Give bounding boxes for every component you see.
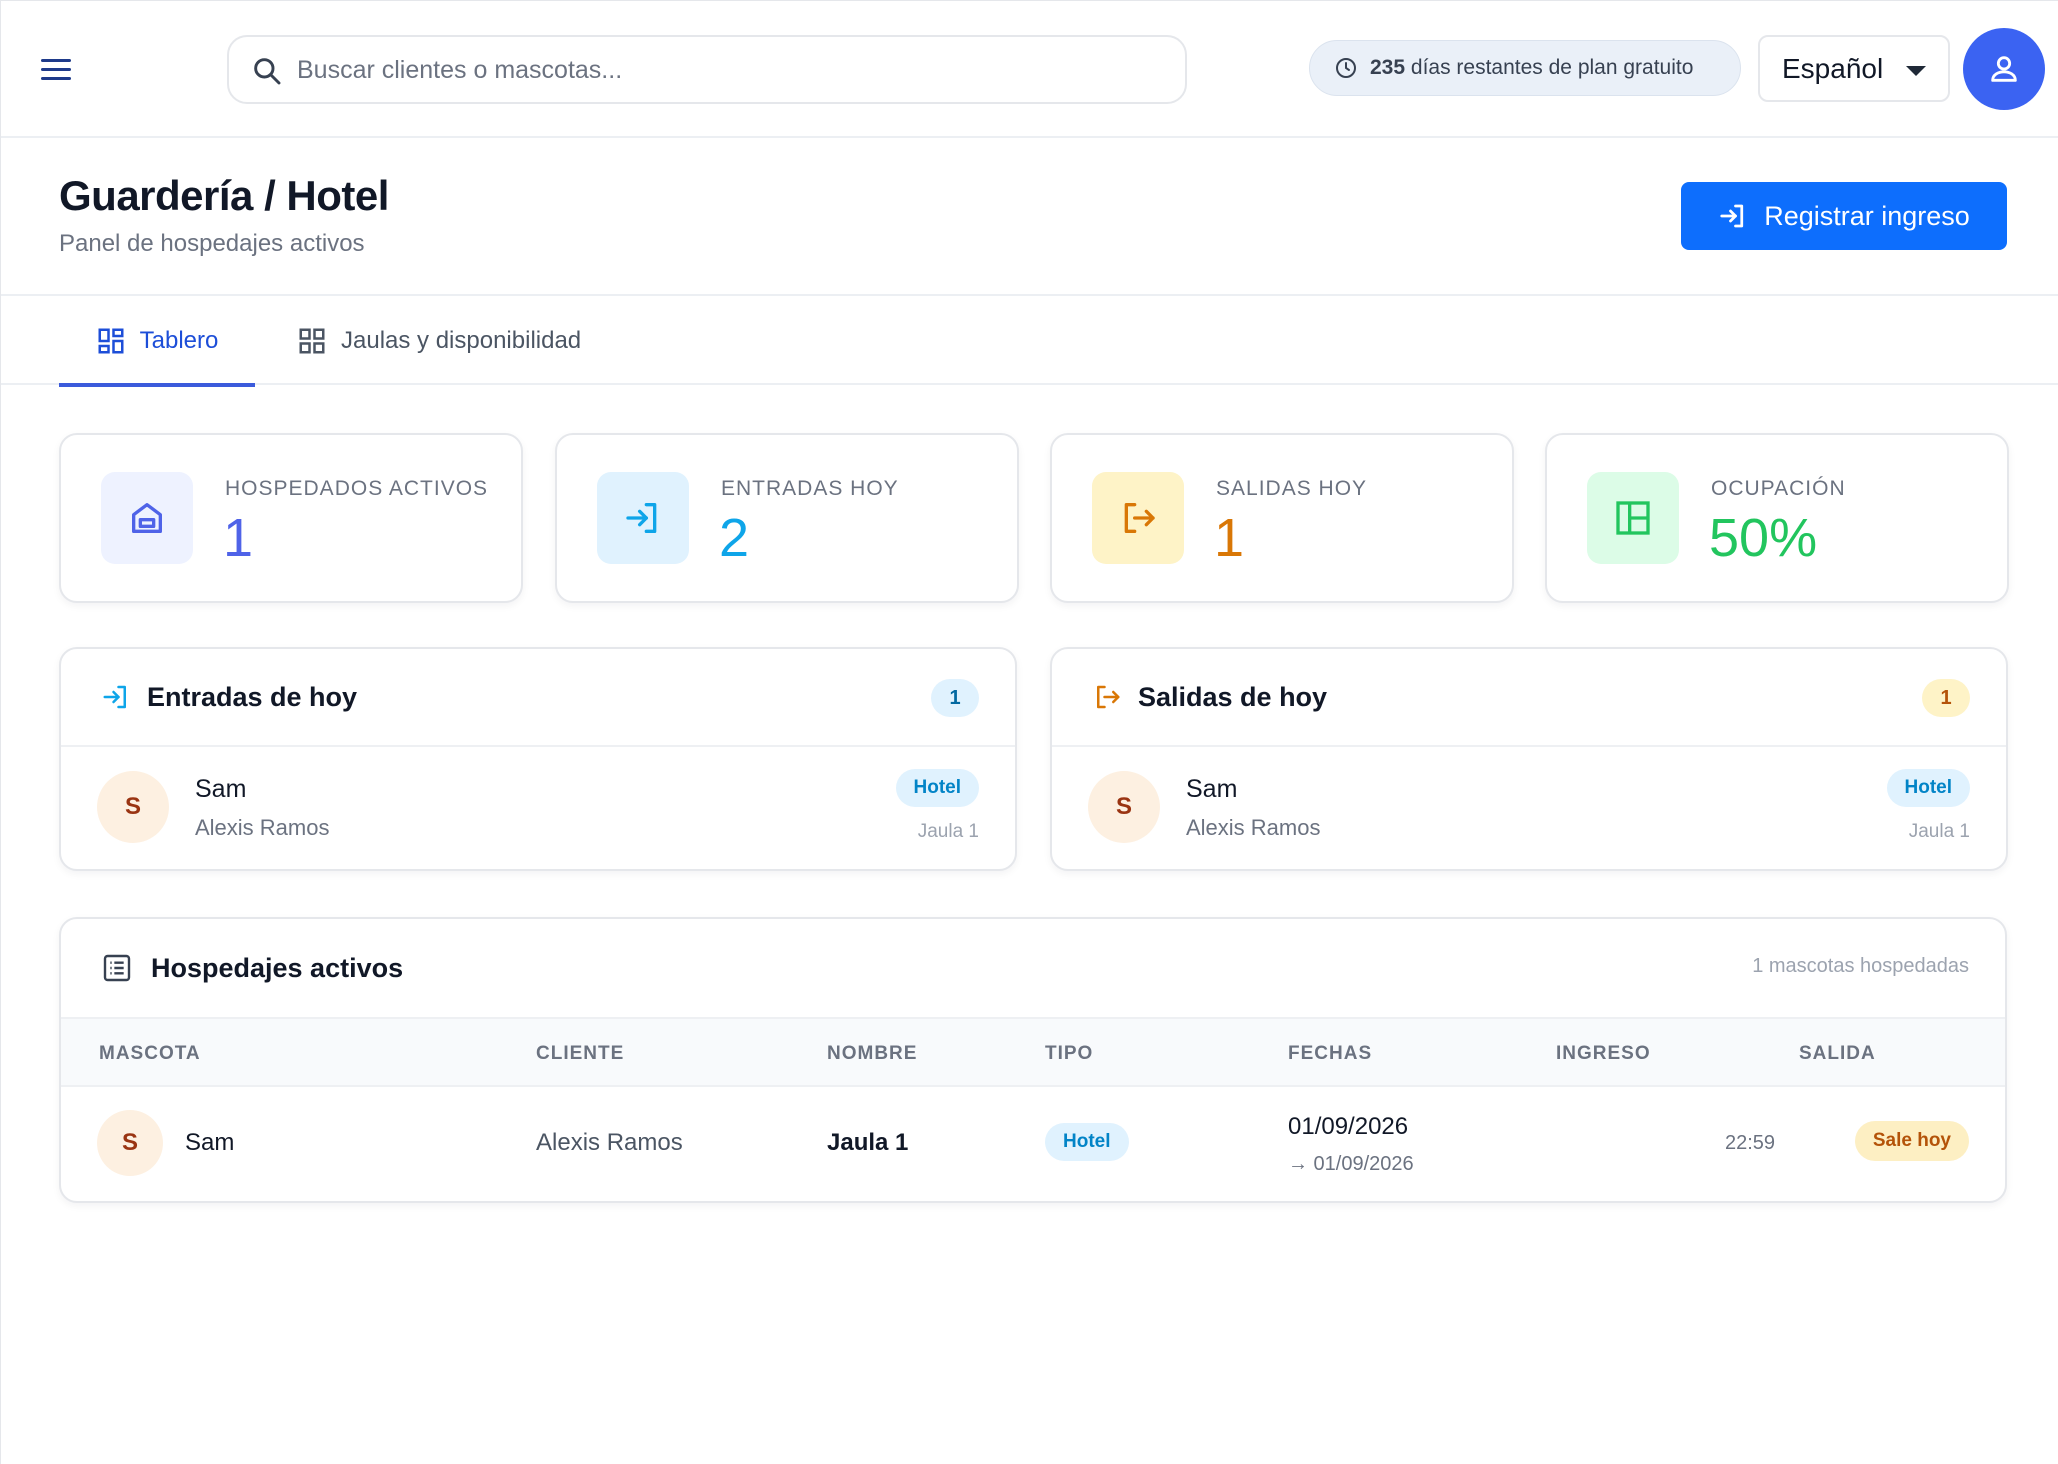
owner-name: Alexis Ramos bbox=[1186, 815, 1321, 840]
checkin-time: 22:59 bbox=[1725, 1132, 1776, 1154]
date-from: 01/09/2026 bbox=[1288, 1113, 1409, 1140]
exits-today-title: Salidas de hoy bbox=[1138, 681, 1328, 712]
search-input[interactable] bbox=[297, 43, 1167, 98]
search-box[interactable] bbox=[227, 35, 1187, 104]
date-to: → 01/09/2026 bbox=[1288, 1153, 1414, 1175]
type-badge: Hotel bbox=[1886, 769, 1970, 807]
entries-count-badge: 1 bbox=[931, 679, 979, 717]
column-header-client[interactable]: CLIENTE bbox=[536, 1043, 624, 1065]
column-header-name[interactable]: NOMBRE bbox=[827, 1043, 917, 1065]
chevron-down-icon bbox=[1906, 66, 1926, 76]
active-stays-title: Hospedajes activos bbox=[151, 952, 404, 983]
exits-today-header: Salidas de hoy bbox=[1052, 649, 2006, 747]
clock-icon bbox=[1336, 58, 1356, 78]
stat-label: ENTRADAS HOY bbox=[721, 477, 899, 500]
pet-name: Sam bbox=[195, 775, 247, 803]
page-header: Guardería / Hotel Panel de hospedajes ac… bbox=[1, 138, 2058, 296]
login-icon bbox=[1720, 204, 1744, 228]
cage-label: Jaula 1 bbox=[917, 821, 979, 842]
trial-label: días restantes de plan gratuito bbox=[1410, 56, 1694, 79]
tab-cages[interactable]: Jaulas y disponibilidad bbox=[297, 296, 581, 385]
stat-card-occupancy: OCUPACIÓN 50% bbox=[1545, 433, 2009, 603]
table-row[interactable]: S Sam Alexis Ramos Jaula 1 Hotel 01/09/2… bbox=[61, 1087, 2005, 1201]
tab-dashboard-label: Tablero bbox=[139, 326, 219, 354]
stat-label: HOSPEDADOS ACTIVOS bbox=[225, 477, 489, 500]
column-header-type[interactable]: TIPO bbox=[1045, 1043, 1093, 1065]
language-select[interactable]: Español bbox=[1758, 35, 1950, 102]
client-name: Alexis Ramos bbox=[536, 1129, 683, 1156]
trial-badge: 235 días restantes de plan gratuito bbox=[1309, 40, 1741, 96]
tab-cages-label: Jaulas y disponibilidad bbox=[341, 326, 582, 354]
menu-line bbox=[41, 58, 71, 62]
entries-today-header: Entradas de hoy bbox=[61, 649, 1015, 747]
entries-today-card: Entradas de hoy 1 S Sam Alexis Ramos Hot… bbox=[59, 647, 1017, 871]
stat-card-exits-today: SALIDAS HOY 1 bbox=[1050, 433, 1514, 603]
column-header-checkout[interactable]: SALIDA bbox=[1799, 1043, 1876, 1065]
exits-count-badge: 1 bbox=[1922, 679, 1970, 717]
cage-name: Jaula 1 bbox=[827, 1129, 909, 1156]
menu-line bbox=[41, 67, 71, 71]
grid-icon bbox=[299, 328, 325, 353]
login-icon bbox=[597, 472, 689, 564]
dashboard-icon bbox=[98, 328, 124, 353]
stat-card-entries-today: ENTRADAS HOY 2 bbox=[555, 433, 1019, 603]
hotel-icon bbox=[101, 472, 193, 564]
trial-text: 235 días restantes de plan gratuito bbox=[1370, 56, 1693, 80]
entries-today-title: Entradas de hoy bbox=[147, 681, 358, 712]
column-header-checkin[interactable]: INGRESO bbox=[1556, 1043, 1651, 1065]
app-frame: 235 días restantes de plan gratuito Espa… bbox=[0, 0, 2058, 1464]
menu-line bbox=[41, 76, 71, 80]
user-avatar-button[interactable] bbox=[1963, 28, 2045, 110]
search-icon bbox=[254, 58, 281, 85]
layout-icon bbox=[1587, 472, 1679, 564]
page-title: Guardería / Hotel bbox=[59, 172, 389, 219]
tab-dashboard[interactable]: Tablero bbox=[59, 296, 255, 387]
logout-icon bbox=[1097, 685, 1120, 709]
stat-value: 50% bbox=[1709, 508, 1818, 568]
active-stays-count: 1 mascotas hospedadas bbox=[1752, 955, 1969, 977]
pet-name: Sam bbox=[1186, 775, 1238, 803]
register-checkin-button[interactable]: Registrar ingreso bbox=[1681, 182, 2007, 250]
type-badge: Hotel bbox=[895, 769, 979, 807]
top-bar: 235 días restantes de plan gratuito Espa… bbox=[1, 1, 2058, 138]
column-header-dates[interactable]: FECHAS bbox=[1288, 1043, 1372, 1065]
register-checkin-label: Registrar ingreso bbox=[1764, 200, 1970, 231]
language-value: Español bbox=[1782, 52, 1884, 84]
column-header-pet[interactable]: MASCOTA bbox=[99, 1043, 201, 1065]
stat-value: 1 bbox=[1214, 508, 1245, 568]
stat-label: SALIDAS HOY bbox=[1216, 477, 1368, 500]
exits-today-card: Salidas de hoy 1 S Sam Alexis Ramos Hote… bbox=[1050, 647, 2008, 871]
trial-days: 235 bbox=[1370, 56, 1406, 79]
type-badge: Hotel bbox=[1045, 1123, 1129, 1161]
stat-card-active-guests: HOSPEDADOS ACTIVOS 1 bbox=[59, 433, 523, 603]
pet-avatar: S bbox=[1088, 771, 1160, 843]
stat-value: 2 bbox=[719, 508, 750, 568]
list-icon bbox=[103, 954, 131, 982]
owner-name: Alexis Ramos bbox=[195, 815, 330, 840]
menu-icon[interactable] bbox=[41, 49, 89, 89]
active-stays-header: Hospedajes activos bbox=[61, 919, 2005, 1017]
tab-bar: Tablero Jaulas y disponibilidad bbox=[1, 296, 2058, 387]
pet-avatar: S bbox=[97, 771, 169, 843]
table-header: MASCOTA CLIENTE NOMBRE TIPO FECHAS INGRE… bbox=[61, 1017, 2005, 1087]
logout-icon bbox=[1092, 472, 1184, 564]
user-icon bbox=[1991, 56, 2017, 82]
stat-label: OCUPACIÓN bbox=[1711, 477, 1846, 500]
cage-label: Jaula 1 bbox=[1908, 821, 1970, 842]
pet-name: Sam bbox=[185, 1129, 235, 1156]
active-stays-card: Hospedajes activos 1 mascotas hospedadas… bbox=[59, 917, 2007, 1203]
login-icon bbox=[103, 685, 126, 709]
pet-avatar: S bbox=[97, 1110, 163, 1176]
stat-value: 1 bbox=[223, 508, 254, 568]
checkout-badge: Sale hoy bbox=[1854, 1121, 1969, 1161]
page-subtitle: Panel de hospedajes activos bbox=[59, 230, 365, 257]
